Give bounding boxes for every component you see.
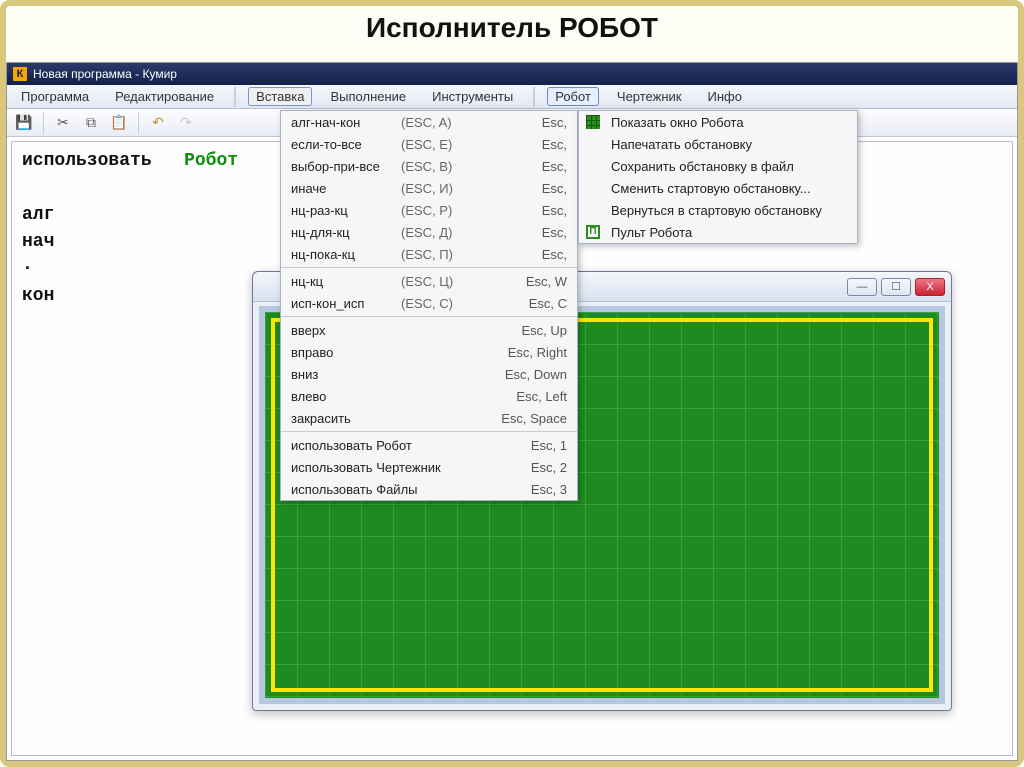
menu-separator	[281, 431, 577, 432]
kw-robot: Робот	[184, 151, 238, 171]
menu-separator	[281, 316, 577, 317]
menubar: Программа Редактирование Вставка Выполне…	[7, 85, 1017, 109]
menu-item-label: Вернуться в стартовую обстановку	[611, 203, 822, 218]
menu-item-label: Показать окно Робота	[611, 115, 744, 130]
robot-menu-dropdown: Показать окно Робота Напечатать обстановк…	[578, 110, 858, 244]
insert-menu-item[interactable]: иначе(ESC, И)Esc,	[281, 177, 577, 199]
menu-item-label: Пульт Робота	[611, 225, 692, 240]
menubar-separator	[234, 87, 236, 107]
robot-menu-item[interactable]: Сменить стартовую обстановку...	[579, 177, 857, 199]
insert-menu-item[interactable]: внизEsc, Down	[281, 363, 577, 385]
insert-menu-dropdown: алг-нач-кон(ESC, A)Esc,если-то-все(ESC, …	[280, 110, 578, 501]
insert-menu-item[interactable]: нц-пока-кц(ESC, П)Esc,	[281, 243, 577, 265]
copy-icon[interactable]: ⧉	[80, 112, 102, 134]
toolbar-divider	[43, 112, 44, 134]
menu-edit[interactable]: Редактирование	[107, 87, 222, 106]
insert-menu-item[interactable]: использовать РоботEsc, 1	[281, 434, 577, 456]
blank-icon	[585, 180, 601, 196]
insert-menu-item[interactable]: если-то-все(ESC, E)Esc,	[281, 133, 577, 155]
window-title: Новая программа - Кумир	[33, 67, 177, 81]
menu-info[interactable]: Инфо	[699, 87, 749, 106]
maximize-button[interactable]: ☐	[881, 278, 911, 296]
close-button[interactable]: X	[915, 278, 945, 296]
app-icon: К	[13, 67, 27, 81]
menu-run[interactable]: Выполнение	[322, 87, 414, 106]
insert-menu-item[interactable]: использовать ФайлыEsc, 3	[281, 478, 577, 500]
menu-drafter[interactable]: Чертежник	[609, 87, 690, 106]
blank-icon	[585, 136, 601, 152]
titlebar: К Новая программа - Кумир	[7, 63, 1017, 85]
toolbar-divider	[138, 112, 139, 134]
minimize-button[interactable]: —	[847, 278, 877, 296]
menu-item-label: Сохранить обстановку в файл	[611, 159, 794, 174]
insert-menu-item[interactable]: вверхEsc, Up	[281, 319, 577, 341]
robot-menu-item[interactable]: П Пульт Робота	[579, 221, 857, 243]
redo-icon[interactable]: ↷	[175, 112, 197, 134]
robot-menu-item[interactable]: Показать окно Робота	[579, 111, 857, 133]
insert-menu-item[interactable]: влевоEsc, Left	[281, 385, 577, 407]
insert-menu-item[interactable]: вправоEsc, Right	[281, 341, 577, 363]
menu-insert[interactable]: Вставка	[248, 87, 312, 106]
robot-menu-item[interactable]: Сохранить обстановку в файл	[579, 155, 857, 177]
undo-icon[interactable]: ↶	[147, 112, 169, 134]
menubar-separator	[533, 87, 535, 107]
panel-icon: П	[585, 224, 601, 240]
kw-use: использовать	[22, 151, 152, 171]
menu-item-label: Напечатать обстановку	[611, 137, 752, 152]
insert-menu-item[interactable]: исп-кон_исп(ESC, С)Esc, C	[281, 292, 577, 314]
slide-title: Исполнитель РОБОТ	[6, 6, 1018, 52]
grid-icon	[585, 114, 601, 130]
insert-menu-item[interactable]: нц-для-кц(ESC, Д)Esc,	[281, 221, 577, 243]
menu-separator	[281, 267, 577, 268]
blank-icon	[585, 202, 601, 218]
menu-item-label: Сменить стартовую обстановку...	[611, 181, 811, 196]
robot-menu-item[interactable]: Напечатать обстановку	[579, 133, 857, 155]
save-icon[interactable]: 💾	[13, 112, 35, 134]
menu-program[interactable]: Программа	[13, 87, 97, 106]
insert-menu-item[interactable]: алг-нач-кон(ESC, A)Esc,	[281, 111, 577, 133]
insert-menu-item[interactable]: закраситьEsc, Space	[281, 407, 577, 429]
insert-menu-item[interactable]: использовать ЧертежникEsc, 2	[281, 456, 577, 478]
insert-menu-item[interactable]: нц-раз-кц(ESC, Р)Esc,	[281, 199, 577, 221]
menu-tools[interactable]: Инструменты	[424, 87, 521, 106]
menu-robot[interactable]: Робот	[547, 87, 599, 106]
robot-menu-item[interactable]: Вернуться в стартовую обстановку	[579, 199, 857, 221]
insert-menu-item[interactable]: выбор-при-все(ESC, B)Esc,	[281, 155, 577, 177]
cut-icon[interactable]: ✂	[52, 112, 74, 134]
paste-icon[interactable]: 📋	[108, 112, 130, 134]
blank-icon	[585, 158, 601, 174]
insert-menu-item[interactable]: нц-кц(ESC, Ц)Esc, W	[281, 270, 577, 292]
